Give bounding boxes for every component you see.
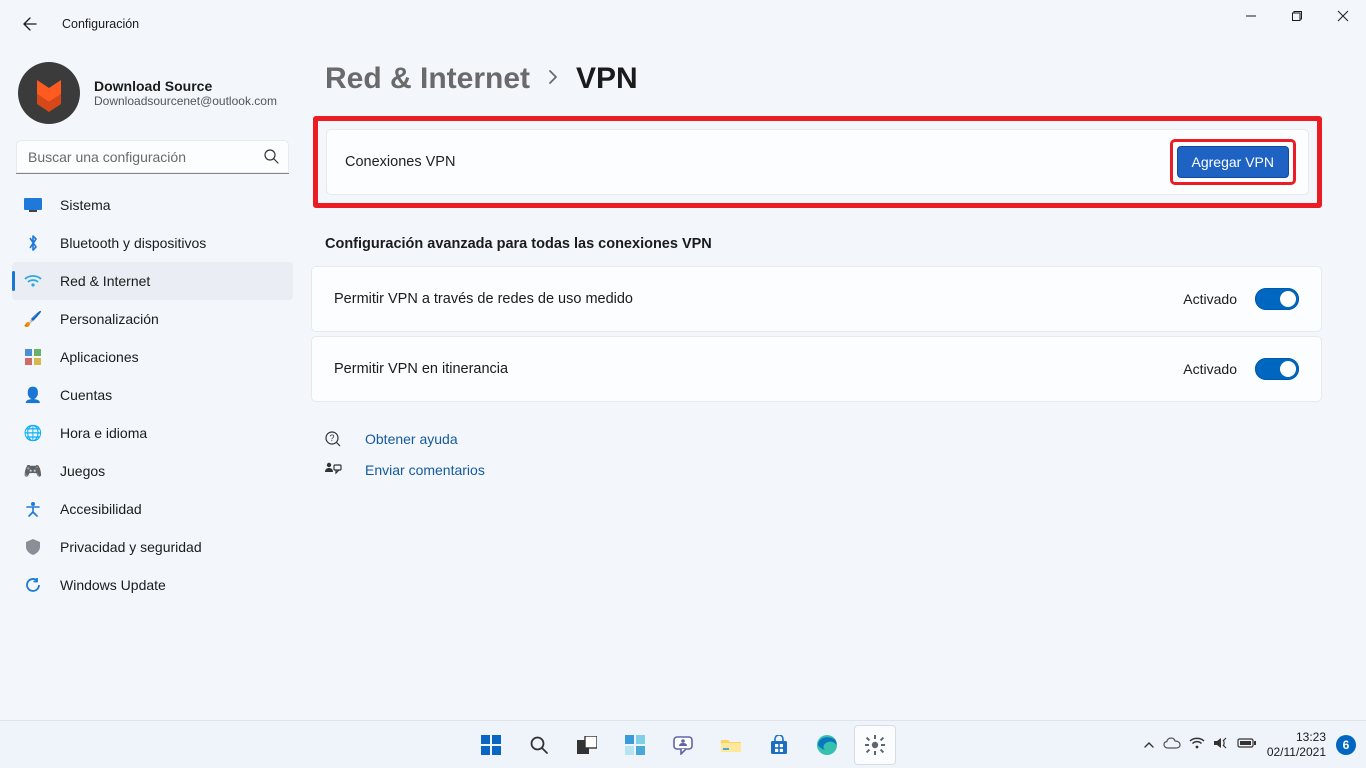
add-vpn-button[interactable]: Agregar VPN — [1177, 146, 1289, 178]
profile-name: Download Source — [94, 78, 277, 94]
time: 13:23 — [1267, 730, 1326, 744]
minimize-button[interactable] — [1228, 0, 1274, 32]
battery-tray-icon[interactable] — [1237, 737, 1257, 752]
taskbar: 13:23 02/11/2021 6 — [0, 720, 1366, 768]
search-icon — [263, 148, 279, 169]
update-icon — [24, 576, 42, 594]
wifi-tray-icon[interactable] — [1189, 737, 1205, 752]
nav-label: Accesibilidad — [60, 501, 142, 517]
chat-button[interactable] — [662, 725, 704, 765]
titlebar: Configuración — [0, 0, 1366, 48]
clock[interactable]: 13:23 02/11/2021 — [1267, 730, 1326, 759]
nav-personalizacion[interactable]: 🖌️ Personalización — [12, 300, 293, 338]
task-view-button[interactable] — [566, 725, 608, 765]
button-highlight-annotation: Agregar VPN — [1170, 139, 1296, 185]
sidebar: Download Source Downloadsourcenet@outloo… — [0, 48, 305, 720]
footer-links: ? Obtener ayuda Enviar comentarios — [323, 430, 1322, 478]
onedrive-icon[interactable] — [1163, 737, 1181, 752]
store-button[interactable] — [758, 725, 800, 765]
file-explorer-button[interactable] — [710, 725, 752, 765]
nav-label: Red & Internet — [60, 273, 150, 289]
chevron-right-icon — [546, 70, 560, 89]
nav-label: Aplicaciones — [60, 349, 139, 365]
gamepad-icon: 🎮 — [24, 462, 42, 480]
setting-label: Permitir VPN a través de redes de uso me… — [334, 291, 633, 307]
setting-vpn-roaming: Permitir VPN en itinerancia Activado — [311, 336, 1322, 402]
edge-button[interactable] — [806, 725, 848, 765]
back-button[interactable] — [18, 13, 40, 35]
nav-label: Sistema — [60, 197, 111, 213]
nav-label: Privacidad y seguridad — [60, 539, 202, 555]
breadcrumb-current: VPN — [576, 62, 638, 96]
nav-bluetooth[interactable]: Bluetooth y dispositivos — [12, 224, 293, 262]
window-controls — [1228, 0, 1366, 48]
close-button[interactable] — [1320, 0, 1366, 32]
nav-red-internet[interactable]: Red & Internet — [12, 262, 293, 300]
apps-icon — [24, 348, 42, 366]
bluetooth-icon — [24, 234, 42, 252]
nav-accesibilidad[interactable]: Accesibilidad — [12, 490, 293, 528]
nav-hora-idioma[interactable]: 🌐 Hora e idioma — [12, 414, 293, 452]
help-link-row: ? Obtener ayuda — [323, 430, 1322, 448]
brush-icon: 🖌️ — [24, 310, 42, 328]
nav-label: Hora e idioma — [60, 425, 147, 441]
taskbar-center — [470, 725, 896, 765]
setting-state: Activado — [1183, 291, 1237, 307]
start-button[interactable] — [470, 725, 512, 765]
monitor-icon — [24, 196, 42, 214]
setting-state: Activado — [1183, 361, 1237, 377]
vpn-connections-card: Conexiones VPN Agregar VPN — [326, 129, 1309, 195]
accessibility-icon — [24, 500, 42, 518]
profile-block[interactable]: Download Source Downloadsourcenet@outloo… — [12, 54, 293, 138]
breadcrumb: Red & Internet VPN — [311, 54, 1322, 116]
nav: Sistema Bluetooth y dispositivos Red & I… — [12, 186, 293, 604]
profile-email: Downloadsourcenet@outlook.com — [94, 94, 277, 108]
widgets-button[interactable] — [614, 725, 656, 765]
settings-app-button[interactable] — [854, 725, 896, 765]
svg-text:?: ? — [329, 433, 334, 443]
search-input[interactable] — [16, 140, 289, 174]
tray-overflow-icon[interactable] — [1143, 738, 1155, 752]
nav-juegos[interactable]: 🎮 Juegos — [12, 452, 293, 490]
breadcrumb-parent[interactable]: Red & Internet — [325, 62, 530, 96]
feedback-link[interactable]: Enviar comentarios — [365, 462, 485, 478]
maximize-button[interactable] — [1274, 0, 1320, 32]
app-title: Configuración — [62, 17, 139, 31]
avatar — [18, 62, 80, 124]
wifi-icon — [24, 272, 42, 290]
search-wrap — [16, 140, 289, 174]
feedback-link-row: Enviar comentarios — [323, 462, 1322, 478]
notifications-badge[interactable]: 6 — [1336, 735, 1356, 755]
nav-cuentas[interactable]: 👤 Cuentas — [12, 376, 293, 414]
nav-label: Windows Update — [60, 577, 166, 593]
nav-label: Bluetooth y dispositivos — [60, 235, 206, 251]
system-tray: 13:23 02/11/2021 6 — [1143, 730, 1366, 759]
setting-label: Permitir VPN en itinerancia — [334, 361, 508, 377]
nav-privacidad[interactable]: Privacidad y seguridad — [12, 528, 293, 566]
advanced-section-header: Configuración avanzada para todas las co… — [325, 236, 1322, 252]
nav-windows-update[interactable]: Windows Update — [12, 566, 293, 604]
date: 02/11/2021 — [1267, 745, 1326, 759]
help-link[interactable]: Obtener ayuda — [365, 431, 458, 447]
taskbar-search[interactable] — [518, 725, 560, 765]
nav-label: Cuentas — [60, 387, 112, 403]
globe-clock-icon: 🌐 — [24, 424, 42, 442]
toggle-vpn-metered[interactable] — [1255, 288, 1299, 310]
help-icon: ? — [323, 430, 343, 448]
person-icon: 👤 — [24, 386, 42, 404]
nav-label: Personalización — [60, 311, 159, 327]
nav-aplicaciones[interactable]: Aplicaciones — [12, 338, 293, 376]
setting-vpn-metered: Permitir VPN a través de redes de uso me… — [311, 266, 1322, 332]
vpn-connections-title: Conexiones VPN — [345, 154, 455, 170]
nav-label: Juegos — [60, 463, 105, 479]
shield-icon — [24, 538, 42, 556]
highlight-annotation: Conexiones VPN Agregar VPN — [313, 116, 1322, 208]
feedback-icon — [323, 462, 343, 478]
volume-tray-icon[interactable] — [1213, 736, 1229, 753]
main-content: Red & Internet VPN Conexiones VPN Agrega… — [305, 48, 1366, 720]
toggle-vpn-roaming[interactable] — [1255, 358, 1299, 380]
settings-stack: Permitir VPN a través de redes de uso me… — [311, 266, 1322, 402]
nav-sistema[interactable]: Sistema — [12, 186, 293, 224]
